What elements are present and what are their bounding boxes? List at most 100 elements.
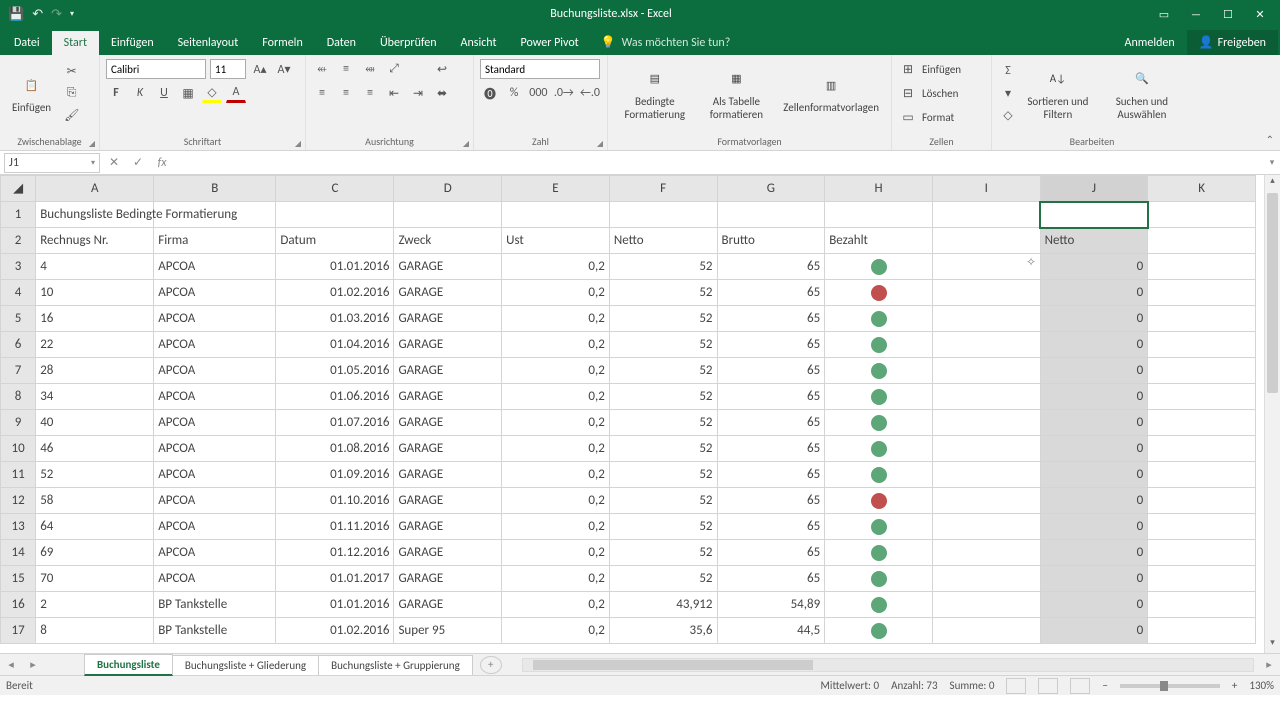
cell-A15[interactable]: 70 <box>36 566 154 592</box>
cell-E9[interactable]: 0,2 <box>502 410 610 436</box>
cell-H16[interactable] <box>825 592 933 618</box>
cell-H10[interactable] <box>825 436 933 462</box>
cell-B16[interactable]: BP Tankstelle <box>154 592 276 618</box>
tab-file[interactable]: Datei <box>2 31 52 55</box>
cell-E2[interactable]: Ust <box>502 228 610 254</box>
cell-C7[interactable]: 01.05.2016 <box>276 358 394 384</box>
cell-C15[interactable]: 01.01.2017 <box>276 566 394 592</box>
cell-I8[interactable] <box>932 384 1040 410</box>
cell-H12[interactable] <box>825 488 933 514</box>
cell-G8[interactable]: 65 <box>717 384 825 410</box>
cell-B13[interactable]: APCOA <box>154 514 276 540</box>
cell-A11[interactable]: 52 <box>36 462 154 488</box>
increase-decimal-icon[interactable]: .0→ <box>553 83 575 103</box>
cell-B15[interactable]: APCOA <box>154 566 276 592</box>
save-icon[interactable]: 💾 <box>8 7 24 22</box>
cell-I12[interactable] <box>932 488 1040 514</box>
col-header-J[interactable]: J <box>1040 176 1148 202</box>
cell-I4[interactable] <box>932 280 1040 306</box>
cell-G13[interactable]: 65 <box>717 514 825 540</box>
cell-E14[interactable]: 0,2 <box>502 540 610 566</box>
italic-button[interactable]: K <box>130 83 150 103</box>
paste-button[interactable]: 📋 Einfügen <box>6 57 57 129</box>
insert-label[interactable]: Einfügen <box>922 63 961 76</box>
cell-F15[interactable]: 52 <box>609 566 717 592</box>
sign-in[interactable]: Anmelden <box>1113 31 1187 55</box>
cell-I10[interactable] <box>932 436 1040 462</box>
cell-F3[interactable]: 52 <box>609 254 717 280</box>
cell-G3[interactable]: 65 <box>717 254 825 280</box>
cell-B5[interactable]: APCOA <box>154 306 276 332</box>
cell-B10[interactable]: APCOA <box>154 436 276 462</box>
ribbon-display-icon[interactable]: ▭ <box>1148 0 1180 28</box>
cell-A4[interactable]: 10 <box>36 280 154 306</box>
copy-icon[interactable]: ⎘ <box>61 83 82 103</box>
row-header-16[interactable]: 16 <box>1 592 36 618</box>
cell-E16[interactable]: 0,2 <box>502 592 610 618</box>
hscroll-right-icon[interactable]: ▸ <box>1258 658 1280 671</box>
row-header-17[interactable]: 17 <box>1 618 36 644</box>
format-painter-icon[interactable]: 🖌 <box>61 105 82 125</box>
cell-K10[interactable] <box>1148 436 1256 462</box>
cell-J16[interactable]: 0 <box>1040 592 1148 618</box>
row-header-3[interactable]: 3 <box>1 254 36 280</box>
cell-A7[interactable]: 28 <box>36 358 154 384</box>
number-format-select[interactable] <box>480 59 600 79</box>
row-header-14[interactable]: 14 <box>1 540 36 566</box>
cell-I1[interactable] <box>932 202 1040 228</box>
cell-F13[interactable]: 52 <box>609 514 717 540</box>
pagebreak-view-icon[interactable] <box>1070 678 1090 694</box>
zoom-out-icon[interactable]: − <box>1102 679 1107 692</box>
cell-K14[interactable] <box>1148 540 1256 566</box>
row-header-7[interactable]: 7 <box>1 358 36 384</box>
dialog-launcher-icon[interactable]: ◢ <box>295 139 301 149</box>
cancel-icon[interactable]: ✕ <box>102 155 126 170</box>
cell-D8[interactable]: GARAGE <box>394 384 502 410</box>
cell-K15[interactable] <box>1148 566 1256 592</box>
cell-K13[interactable] <box>1148 514 1256 540</box>
wrap-text-icon[interactable]: ↩ <box>432 59 452 79</box>
fill-color-icon[interactable]: ◇ <box>202 83 222 103</box>
cell-K16[interactable] <box>1148 592 1256 618</box>
cell-G12[interactable]: 65 <box>717 488 825 514</box>
cell-D15[interactable]: GARAGE <box>394 566 502 592</box>
cell-K17[interactable] <box>1148 618 1256 644</box>
col-header-I[interactable]: I <box>932 176 1040 202</box>
cell-B4[interactable]: APCOA <box>154 280 276 306</box>
cell-D4[interactable]: GARAGE <box>394 280 502 306</box>
cell-G1[interactable] <box>717 202 825 228</box>
percent-icon[interactable]: % <box>504 83 524 103</box>
comma-icon[interactable]: 000 <box>528 83 549 103</box>
cell-F11[interactable]: 52 <box>609 462 717 488</box>
cell-H11[interactable] <box>825 462 933 488</box>
row-header-8[interactable]: 8 <box>1 384 36 410</box>
cell-J5[interactable]: 0 <box>1040 306 1148 332</box>
namebox-dropdown-icon[interactable]: ▾ <box>91 158 95 168</box>
undo-icon[interactable]: ↶ <box>32 7 43 22</box>
normal-view-icon[interactable] <box>1006 678 1026 694</box>
cell-D6[interactable]: GARAGE <box>394 332 502 358</box>
cell-G7[interactable]: 65 <box>717 358 825 384</box>
cell-D12[interactable]: GARAGE <box>394 488 502 514</box>
cell-G15[interactable]: 65 <box>717 566 825 592</box>
autosum-icon[interactable]: Σ <box>998 61 1018 81</box>
cell-B14[interactable]: APCOA <box>154 540 276 566</box>
cell-C2[interactable]: Datum <box>276 228 394 254</box>
cell-C8[interactable]: 01.06.2016 <box>276 384 394 410</box>
cell-G2[interactable]: Brutto <box>717 228 825 254</box>
cell-A2[interactable]: Rechnugs Nr. <box>36 228 154 254</box>
delete-label[interactable]: Löschen <box>922 87 958 100</box>
cell-G9[interactable]: 65 <box>717 410 825 436</box>
scroll-thumb[interactable] <box>1267 193 1278 393</box>
cell-H2[interactable]: Bezahlt <box>825 228 933 254</box>
cell-A16[interactable]: 2 <box>36 592 154 618</box>
cell-H15[interactable] <box>825 566 933 592</box>
align-right-icon[interactable]: ≡ <box>360 83 380 103</box>
cell-F10[interactable]: 52 <box>609 436 717 462</box>
cell-J14[interactable]: 0 <box>1040 540 1148 566</box>
currency-icon[interactable]: 🄌 <box>480 83 500 103</box>
cell-H6[interactable] <box>825 332 933 358</box>
cell-I6[interactable] <box>932 332 1040 358</box>
zoom-in-icon[interactable]: + <box>1232 679 1237 692</box>
cell-A3[interactable]: 4 <box>36 254 154 280</box>
